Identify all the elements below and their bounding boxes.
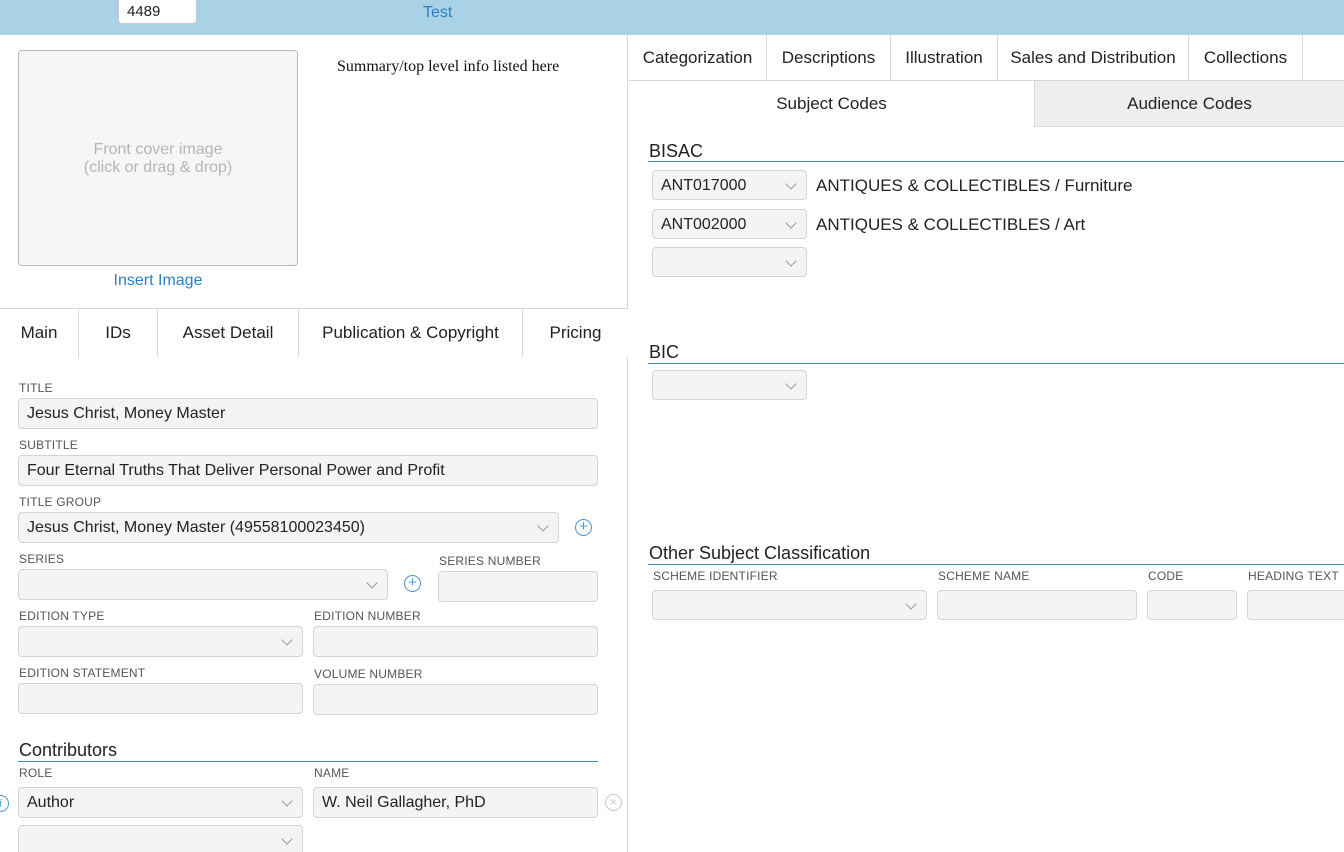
tab-pricing[interactable]: Pricing [523, 309, 628, 357]
title-input[interactable]: Jesus Christ, Money Master [18, 398, 598, 429]
tab-asset-detail[interactable]: Asset Detail [158, 309, 299, 357]
title-label: TITLE [19, 381, 53, 395]
right-panel: Categorization Descriptions Illustration… [629, 35, 1344, 852]
cover-placeholder-line2: (click or drag & drop) [83, 159, 233, 176]
edition-number-input[interactable] [313, 626, 598, 657]
subtitle-input[interactable]: Four Eternal Truths That Deliver Persona… [18, 455, 598, 486]
scheme-identifier-label: SCHEME IDENTIFIER [653, 569, 778, 583]
tab-publication-copyright[interactable]: Publication & Copyright [299, 309, 523, 357]
tab-ids[interactable]: IDs [79, 309, 158, 357]
bisac-code-select-empty[interactable] [652, 247, 807, 277]
edition-number-label: EDITION NUMBER [314, 609, 421, 623]
series-number-label: SERIES NUMBER [439, 554, 541, 568]
tab-main[interactable]: Main [0, 309, 79, 358]
code-label: CODE [1148, 569, 1184, 583]
left-panel: Front cover image (click or drag & drop)… [0, 35, 628, 852]
record-id-field[interactable]: 4489 [118, 0, 197, 24]
bisac-description: ANTIQUES & COLLECTIBLES / Furniture [816, 176, 1133, 195]
top-bar: 4489 Test [0, 0, 1344, 35]
subtitle-label: SUBTITLE [19, 438, 78, 452]
edition-statement-label: EDITION STATEMENT [19, 666, 146, 680]
contributor-name-input[interactable]: W. Neil Gallagher, PhD [313, 787, 598, 818]
right-tab-bar: Categorization Descriptions Illustration… [629, 35, 1344, 81]
volume-number-label: VOLUME NUMBER [314, 667, 423, 681]
other-subject-heading: Other Subject Classification [649, 543, 871, 563]
code-input[interactable] [1147, 590, 1237, 620]
bic-code-select[interactable] [652, 370, 807, 400]
other-subject-divider [648, 564, 1344, 565]
role-label: ROLE [19, 766, 53, 780]
sub-tab-bar: Subject Codes Audience Codes [629, 81, 1344, 127]
bic-heading: BIC [649, 342, 680, 362]
tab-descriptions[interactable]: Descriptions [767, 35, 891, 80]
edition-type-select[interactable] [18, 626, 303, 657]
scheme-identifier-select[interactable] [652, 590, 927, 620]
contributors-heading: Contributors [19, 740, 118, 760]
volume-number-input[interactable] [313, 684, 598, 715]
heading-text-input[interactable] [1247, 590, 1344, 620]
tab-illustration[interactable]: Illustration [891, 35, 998, 80]
remove-contributor-icon[interactable]: × [605, 794, 622, 811]
edition-statement-input[interactable] [18, 683, 303, 714]
bisac-code-select[interactable]: ANT017000 [652, 170, 807, 200]
scheme-name-label: SCHEME NAME [938, 569, 1030, 583]
tab-categorization[interactable]: Categorization [629, 35, 767, 80]
tab-collections[interactable]: Collections [1189, 35, 1303, 80]
tab-sales-distribution[interactable]: Sales and Distribution [998, 35, 1189, 80]
summary-text: Summary/top level info listed here [337, 58, 560, 75]
test-link[interactable]: Test [423, 4, 452, 22]
bisac-divider [648, 161, 1344, 162]
left-tab-bar: Main IDs Asset Detail Publication & Copy… [0, 308, 628, 358]
tab-subject-codes[interactable]: Subject Codes [629, 81, 1034, 127]
insert-image-link[interactable]: Insert Image [18, 272, 298, 290]
contributor-role-select[interactable]: Author [18, 787, 303, 818]
bisac-heading: BISAC [649, 141, 704, 161]
cover-placeholder-line1: Front cover image [93, 141, 223, 158]
bic-divider [648, 363, 1344, 364]
edition-type-label: EDITION TYPE [19, 609, 105, 623]
contributor-role-select-empty[interactable] [18, 825, 303, 852]
tab-audience-codes[interactable]: Audience Codes [1034, 81, 1344, 127]
series-number-input[interactable] [438, 571, 598, 602]
info-icon[interactable]: i [0, 795, 9, 812]
title-group-label: TITLE GROUP [19, 495, 102, 509]
bisac-description: ANTIQUES & COLLECTIBLES / Art [816, 215, 1086, 234]
add-series-icon[interactable]: + [404, 575, 421, 592]
name-label: NAME [314, 766, 350, 780]
title-group-select[interactable]: Jesus Christ, Money Master (495581000234… [18, 512, 559, 543]
series-label: SERIES [19, 552, 65, 566]
scheme-name-input[interactable] [937, 590, 1137, 620]
series-select[interactable] [18, 569, 388, 600]
heading-text-label: HEADING TEXT [1248, 569, 1339, 583]
add-title-group-icon[interactable]: + [575, 519, 592, 536]
bisac-code-select[interactable]: ANT002000 [652, 209, 807, 239]
cover-image-dropzone[interactable]: Front cover image (click or drag & drop) [18, 50, 298, 266]
contributors-divider [18, 761, 598, 762]
